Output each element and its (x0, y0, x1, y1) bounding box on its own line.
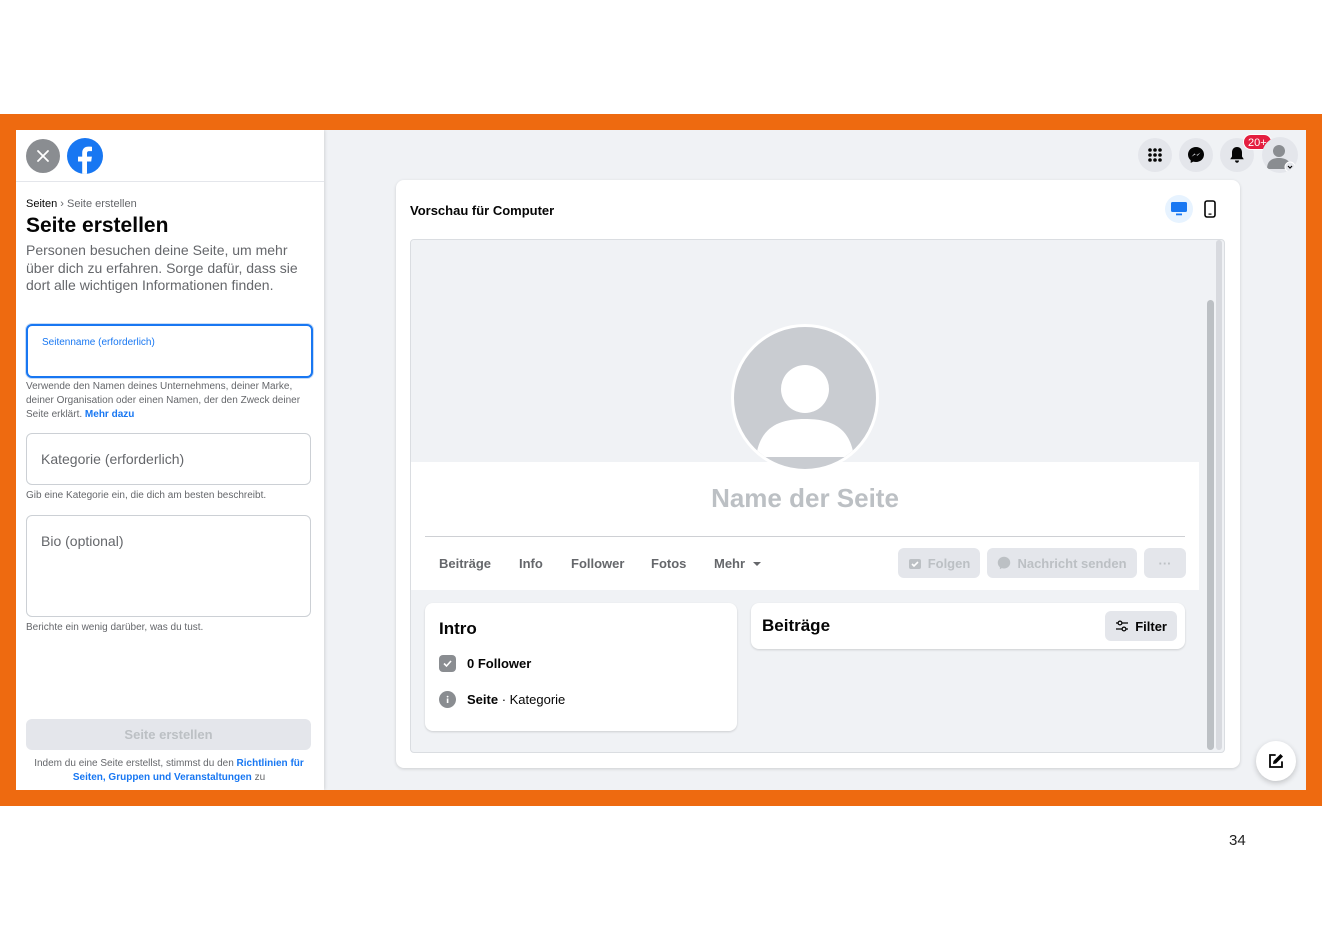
tab-info[interactable]: Info (519, 556, 543, 571)
page-name-label: Seitenname (erforderlich) (42, 337, 155, 348)
followers-row: 0 Follower (439, 655, 531, 672)
preview-scrollbar[interactable] (1216, 240, 1222, 750)
caret-down-icon (752, 562, 761, 566)
intro-card: Intro 0 Follower Seite · Kategorie (425, 603, 737, 731)
send-message-button[interactable]: Nachricht senden (987, 548, 1137, 578)
terms-text: Indem du eine Seite erstellst, stimmst d… (24, 757, 314, 785)
page-type-bold: Seite (467, 692, 499, 707)
preview-card: Vorschau für Computer Name der Seite Bei… (396, 180, 1240, 768)
desktop-icon (1171, 202, 1187, 216)
browser-screen: Seiten › Seite erstellen Seite erstellen… (16, 130, 1306, 790)
page-name-helper: Verwende den Namen deines Unternehmens, … (26, 380, 311, 422)
filter-label: Filter (1135, 618, 1167, 634)
create-page-button[interactable]: Seite erstellen (26, 719, 311, 750)
send-message-label: Nachricht senden (1017, 555, 1127, 571)
create-page-panel: Seiten › Seite erstellen Seite erstellen… (16, 130, 324, 790)
bio-field[interactable]: Bio (optional) (26, 515, 311, 617)
category-label: Kategorie (erforderlich) (41, 451, 185, 467)
close-button[interactable] (26, 139, 60, 173)
messenger-button[interactable] (1179, 138, 1213, 172)
follow-button[interactable]: Folgen (898, 548, 980, 578)
tab-more-label: Mehr (714, 556, 746, 571)
page-name-helper-text: Verwende den Namen deines Unternehmens, … (26, 381, 301, 420)
breadcrumb-pages-link[interactable]: Seiten (26, 198, 57, 210)
slide-page-number: 34 (1229, 832, 1246, 849)
posts-card: Beiträge Filter (751, 603, 1185, 649)
breadcrumb-separator: › (60, 198, 64, 210)
default-profile-icon (756, 365, 854, 457)
user-avatar-icon (1267, 145, 1296, 173)
learn-more-link[interactable]: Mehr dazu (85, 409, 134, 420)
more-options-button[interactable]: ··· (1144, 548, 1186, 578)
new-message-button[interactable] (1256, 741, 1296, 781)
menu-button[interactable] (1138, 138, 1172, 172)
panel-topbar (16, 130, 324, 182)
close-icon (37, 150, 49, 162)
profile-picture (731, 324, 879, 472)
category-field[interactable]: Kategorie (erforderlich) (26, 433, 311, 485)
desktop-preview-button[interactable] (1165, 195, 1193, 223)
page-preview: Name der Seite Beiträge Info Follower Fo… (410, 239, 1225, 753)
messenger-icon (1188, 147, 1204, 163)
filter-icon (1116, 620, 1129, 632)
info-icon (439, 691, 456, 708)
compose-icon (1269, 754, 1283, 768)
page-title: Seite erstellen (26, 214, 169, 237)
messenger-icon (998, 556, 1011, 570)
tab-more[interactable]: Mehr (714, 556, 762, 571)
breadcrumb-current: Seite erstellen (67, 198, 137, 210)
posts-title: Beiträge (762, 616, 831, 635)
bio-label: Bio (optional) (41, 533, 124, 549)
header-divider (425, 536, 1185, 537)
menu-grid-icon (1148, 148, 1162, 162)
bio-helper: Berichte ein wenig darüber, was du tust. (26, 622, 204, 633)
follow-label: Folgen (927, 555, 971, 571)
intro-title: Intro (439, 619, 477, 638)
tab-posts[interactable]: Beiträge (439, 556, 491, 571)
followers-count: 0 Follower (467, 656, 532, 671)
breadcrumb: Seiten › Seite erstellen (26, 198, 137, 210)
bell-icon (1230, 147, 1244, 163)
page-name-field[interactable]: Seitenname (erforderlich) (26, 324, 313, 378)
preview-title: Vorschau für Computer (410, 203, 555, 218)
page-name-placeholder: Name der Seite (711, 483, 899, 513)
page-type-row: Seite · Kategorie (439, 691, 565, 708)
category-helper: Gib eine Kategorie ein, die dich am best… (26, 490, 267, 501)
account-avatar[interactable] (1262, 137, 1298, 173)
terms-suffix: zu (254, 772, 266, 783)
follow-icon (908, 559, 921, 569)
mobile-preview-button[interactable] (1196, 195, 1224, 223)
facebook-logo-icon[interactable] (67, 138, 103, 174)
filter-button[interactable]: Filter (1105, 611, 1177, 641)
page-type-separator: · (498, 692, 510, 707)
mobile-icon (1204, 200, 1216, 218)
intro-text: Personen besuchen deine Seite, um mehr ü… (26, 242, 298, 293)
tab-followers[interactable]: Follower (571, 556, 624, 571)
page-type-category: Kategorie (509, 692, 566, 707)
preview-scrollbar-thumb[interactable] (1207, 300, 1214, 750)
terms-prefix: Indem du eine Seite erstellst, stimmst d… (34, 758, 234, 769)
follower-check-icon (439, 655, 456, 672)
tab-photos[interactable]: Fotos (651, 556, 686, 571)
